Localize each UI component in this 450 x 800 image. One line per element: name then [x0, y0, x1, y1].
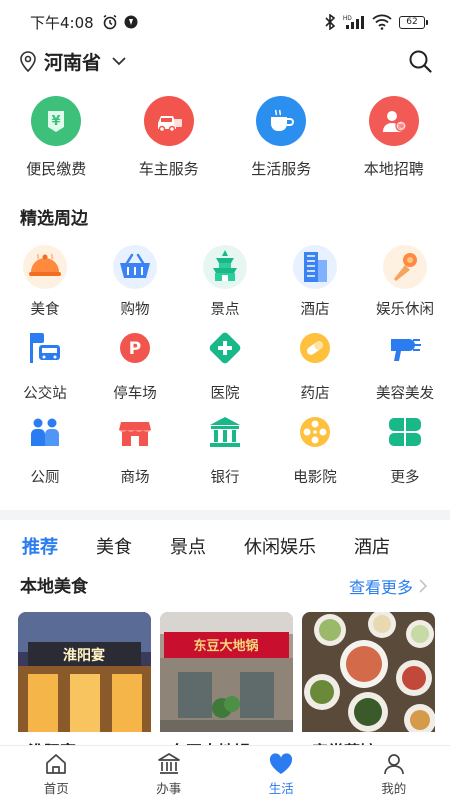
bluetooth-icon: [325, 14, 336, 30]
tab-hotel[interactable]: 酒店: [354, 533, 390, 559]
hotel-building-icon: [292, 244, 338, 290]
service-life[interactable]: 生活服务: [225, 96, 338, 179]
local-food-title: 本地美食: [20, 577, 88, 599]
heart-icon: [270, 753, 293, 774]
home-icon: [46, 754, 67, 774]
microphone-icon: [382, 244, 428, 290]
restroom-icon: [27, 414, 63, 450]
food-card[interactable]: 家常菜馆: [302, 612, 435, 752]
nearby-more[interactable]: 更多: [360, 412, 450, 496]
battery-level: 62: [399, 15, 425, 29]
nearby-grid: 美食 购物 景点 酒店 娱乐休闲 公交站 P 停车场 医院 药店 美容美发 公厕…: [0, 244, 450, 496]
food-card[interactable]: 东豆大地锅 东豆大地锅: [160, 612, 293, 752]
status-time: 下午4:08: [30, 13, 94, 32]
government-building-icon: [157, 753, 180, 774]
chevron-down-icon[interactable]: [111, 53, 127, 69]
view-more-link[interactable]: 查看更多: [349, 574, 428, 598]
app-notification-icon: [124, 15, 138, 29]
parking-icon: P: [117, 330, 153, 366]
nearby-attractions[interactable]: 景点: [180, 244, 270, 328]
recruit-person-icon: 聘: [368, 96, 419, 146]
yen-bill-icon: ¥: [31, 96, 82, 146]
nearby-parking[interactable]: P 停车场: [90, 328, 180, 412]
service-label: 便民缴费: [26, 160, 87, 178]
nearby-pharmacy[interactable]: 药店: [270, 328, 360, 412]
tab-food[interactable]: 美食: [96, 533, 132, 559]
food-dish-icon: [22, 244, 68, 290]
tab-attractions[interactable]: 景点: [170, 533, 206, 559]
search-icon[interactable]: [408, 49, 432, 73]
top-services: ¥ 便民缴费 车主服务 生活服务 聘 本地招聘: [0, 96, 450, 179]
more-clover-icon: [387, 414, 423, 450]
restaurant-photo: 淮阳宴: [18, 612, 151, 732]
nearby-restroom[interactable]: 公厕: [0, 412, 90, 496]
tab-recommended[interactable]: 推荐: [22, 533, 58, 559]
nearby-hotel[interactable]: 酒店: [270, 244, 360, 328]
shopping-basket-icon: [112, 244, 158, 290]
location-header: 河南省: [0, 44, 450, 78]
bus-stop-icon: [27, 330, 63, 366]
hair-dryer-icon: [387, 330, 423, 366]
wifi-icon: [372, 14, 392, 30]
bottom-nav: 首页 办事 生活 我的: [0, 745, 450, 800]
alarm-icon: [103, 14, 117, 30]
food-card[interactable]: 淮阳宴 淮阳宴: [18, 612, 151, 752]
bank-icon: [207, 414, 243, 450]
service-recruit[interactable]: 聘 本地招聘: [338, 96, 450, 179]
battery-icon: 62: [399, 15, 428, 29]
nearby-food[interactable]: 美食: [0, 244, 90, 328]
nearby-bank[interactable]: 银行: [180, 412, 270, 496]
car-icon: [143, 96, 194, 146]
location-pin-icon[interactable]: [18, 50, 38, 72]
nav-profile[interactable]: 我的: [338, 746, 450, 800]
service-payment[interactable]: ¥ 便民缴费: [0, 96, 113, 179]
landmark-tower-icon: [202, 244, 248, 290]
card-sign-text: 东豆大地锅: [193, 638, 258, 654]
coffee-cup-icon: [256, 96, 307, 146]
signal-icon: HD: [343, 16, 364, 29]
user-icon: [383, 754, 404, 775]
tab-leisure[interactable]: 休闲娱乐: [244, 533, 316, 559]
food-photo: [302, 612, 435, 736]
service-car-owner[interactable]: 车主服务: [113, 96, 226, 179]
chevron-right-icon: [419, 579, 428, 593]
nearby-hospital[interactable]: 医院: [180, 328, 270, 412]
section-divider: [0, 510, 450, 520]
film-reel-icon: [297, 414, 333, 450]
nav-home[interactable]: 首页: [0, 746, 113, 800]
nearby-section-title: 精选周边: [20, 209, 88, 231]
svg-text:聘: 聘: [398, 123, 404, 131]
restaurant-photo: 东豆大地锅: [160, 612, 293, 732]
category-tabs: 推荐 美食 景点 休闲娱乐 酒店: [0, 528, 450, 564]
mall-storefront-icon: [117, 414, 153, 450]
service-label: 生活服务: [251, 160, 312, 178]
nearby-entertainment[interactable]: 娱乐休闲: [360, 244, 450, 328]
nearby-cinema[interactable]: 电影院: [270, 412, 360, 496]
pill-icon: [297, 330, 333, 366]
svg-text:¥: ¥: [52, 114, 61, 129]
nearby-beauty-salon[interactable]: 美容美发: [360, 328, 450, 412]
nearby-shopping[interactable]: 购物: [90, 244, 180, 328]
food-cards: 淮阳宴 淮阳宴 东豆大地锅 东豆大地锅: [18, 612, 450, 752]
card-sign-text: 淮阳宴: [63, 647, 105, 664]
province-selector[interactable]: 河南省: [44, 48, 101, 75]
service-label: 本地招聘: [363, 160, 424, 178]
svg-text:HD: HD: [343, 16, 352, 22]
nearby-bus-stop[interactable]: 公交站: [0, 328, 90, 412]
nav-services[interactable]: 办事: [113, 746, 226, 800]
hospital-cross-icon: [207, 330, 243, 366]
nearby-mall[interactable]: 商场: [90, 412, 180, 496]
status-bar: 下午4:08 HD 62: [0, 0, 450, 44]
svg-text:P: P: [129, 339, 141, 359]
nav-life[interactable]: 生活: [225, 746, 338, 800]
service-label: 车主服务: [138, 160, 199, 178]
local-food-header: 本地美食 查看更多: [0, 572, 450, 600]
